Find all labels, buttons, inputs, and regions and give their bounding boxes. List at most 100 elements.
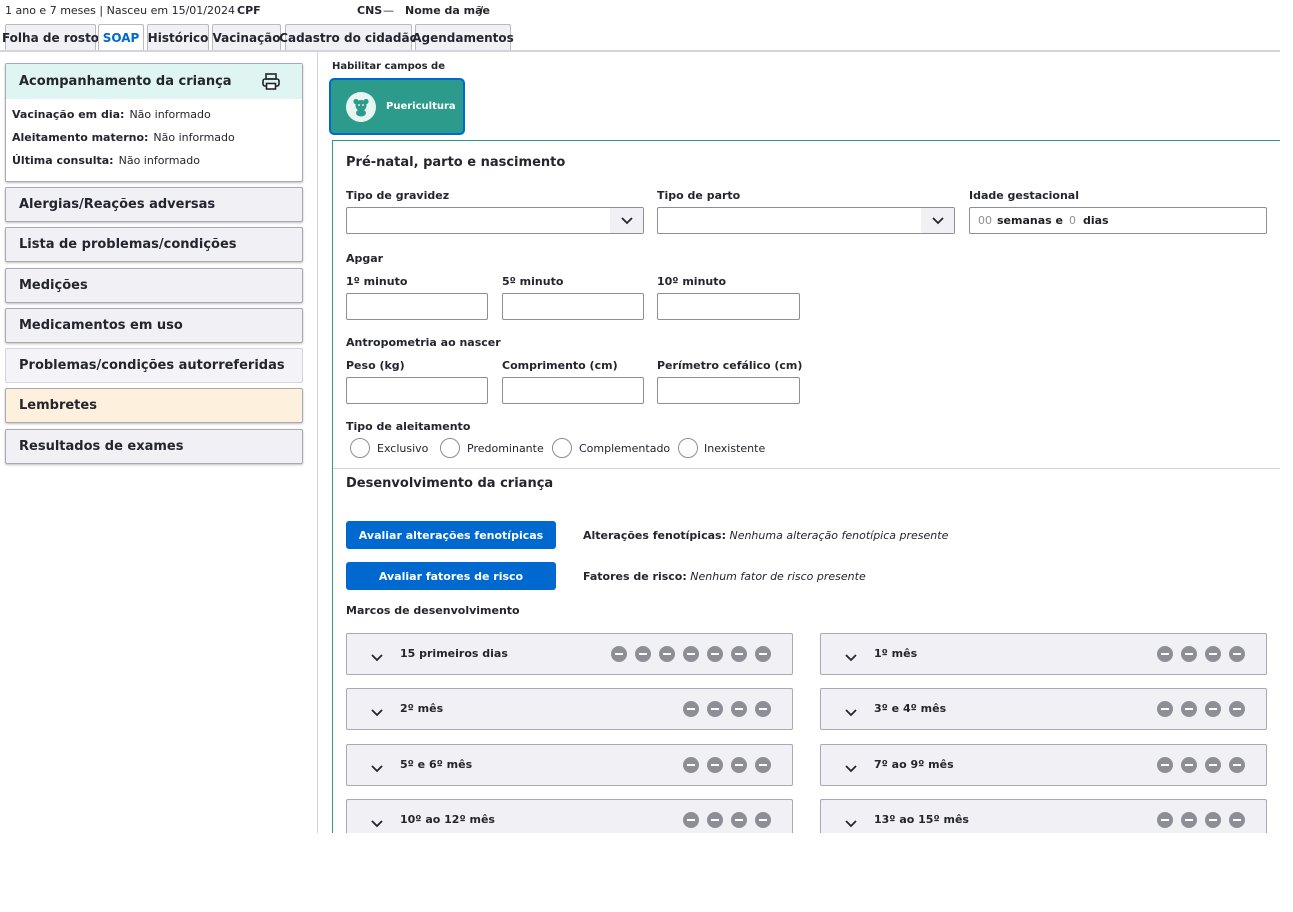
marco-card[interactable]: 7º ao 9º mês	[820, 744, 1267, 786]
not-evaluated-icon	[1205, 812, 1221, 828]
radio-inexistente-label: Inexistente	[704, 442, 766, 455]
marco-card[interactable]: 5º e 6º mês	[346, 744, 793, 786]
perimetro-input[interactable]	[657, 377, 800, 404]
avaliar-risco-button[interactable]: Avaliar fatores de risco	[346, 562, 556, 590]
sidebar-item-autorreferidas[interactable]: Problemas/condições autorreferidas	[5, 348, 303, 383]
sidebar-item-medicamentos[interactable]: Medicamentos em uso	[5, 308, 303, 343]
tab-soap[interactable]: SOAP	[98, 24, 144, 51]
marco-label: 2º mês	[400, 702, 444, 715]
semanas-label: semanas e	[997, 214, 1063, 227]
chevron-down-icon	[371, 813, 383, 832]
tipo-gravidez-select[interactable]	[346, 207, 644, 234]
prenatal-title: Pré-natal, parto e nascimento	[346, 155, 566, 170]
marco-label: 10º ao 12º mês	[400, 813, 495, 826]
radio-complementado-label: Complementado	[579, 442, 671, 455]
risco-info: Fatores de risco: Nenhum fator de risco …	[583, 570, 866, 583]
not-evaluated-icon	[1181, 812, 1197, 828]
not-evaluated-icon	[731, 812, 747, 828]
not-evaluated-icon	[755, 812, 771, 828]
section-divider	[333, 468, 1280, 469]
marco-card[interactable]: 15 primeiros dias	[346, 633, 793, 675]
not-evaluated-icon	[707, 701, 723, 717]
radio-complementado[interactable]	[552, 438, 572, 458]
sidebar-item-lembretes[interactable]: Lembretes	[5, 388, 303, 423]
not-evaluated-icon	[1205, 646, 1221, 662]
not-evaluated-icon	[707, 757, 723, 773]
not-evaluated-icon	[1229, 646, 1245, 662]
radio-predominante-label: Predominante	[467, 442, 544, 455]
not-evaluated-icon	[1205, 757, 1221, 773]
patient-age-birth: 1 ano e 7 meses | Nasceu em 15/01/2024	[5, 4, 235, 17]
chevron-down-icon	[371, 702, 383, 721]
sidebar-item-resultados[interactable]: Resultados de exames	[5, 429, 303, 464]
radio-inexistente[interactable]	[678, 438, 698, 458]
not-evaluated-icon	[731, 646, 747, 662]
marco-label: 1º mês	[874, 647, 918, 660]
not-evaluated-icon	[611, 646, 627, 662]
desenvolvimento-title: Desenvolvimento da criança	[346, 476, 554, 491]
marco-card[interactable]: 1º mês	[820, 633, 1267, 675]
dias-label: dias	[1082, 214, 1109, 227]
not-evaluated-icon	[1229, 701, 1245, 717]
not-evaluated-icon	[1205, 701, 1221, 717]
avaliar-fenotipicas-button[interactable]: Avaliar alterações fenotípicas	[346, 521, 556, 549]
radio-predominante[interactable]	[440, 438, 460, 458]
cns-label: CNS	[357, 4, 383, 17]
apgar-1-input[interactable]	[346, 293, 488, 320]
dias-input[interactable]: 0	[1069, 214, 1076, 227]
marco-label: 15 primeiros dias	[400, 647, 508, 660]
tipo-parto-select[interactable]	[657, 207, 955, 234]
apgar-10-label: 10º minuto	[657, 275, 727, 288]
marco-status-dots	[683, 757, 771, 773]
aleitamento-row: Aleitamento materno: Não informado	[12, 131, 235, 144]
ultima-consulta-row: Última consulta: Não informado	[12, 154, 200, 167]
marco-status-dots	[1157, 646, 1245, 662]
marco-status-dots	[611, 646, 771, 662]
semanas-input[interactable]: 00	[978, 214, 992, 227]
not-evaluated-icon	[683, 812, 699, 828]
tab-cadastro-do-cidadao[interactable]: Cadastro do cidadão	[279, 24, 418, 51]
chevron-down-icon	[371, 758, 383, 777]
sidebar-item-medicoes[interactable]: Medições	[5, 268, 303, 303]
radio-exclusivo[interactable]	[350, 438, 370, 458]
acompanhamento-header[interactable]: Acompanhamento da criança	[6, 64, 302, 99]
not-evaluated-icon	[731, 757, 747, 773]
not-evaluated-icon	[755, 757, 771, 773]
print-icon[interactable]	[262, 73, 280, 94]
tab-historico[interactable]: Histórico	[147, 24, 209, 51]
marco-card[interactable]: 2º mês	[346, 688, 793, 730]
apgar-label: Apgar	[346, 252, 384, 265]
tab-folha-de-rosto[interactable]: Folha de rosto	[2, 24, 99, 51]
cns-value: —	[383, 4, 394, 17]
peso-input[interactable]	[346, 377, 488, 404]
not-evaluated-icon	[707, 812, 723, 828]
chevron-down-icon	[845, 758, 857, 777]
tipo-parto-label: Tipo de parto	[657, 189, 741, 202]
marco-label: 3º e 4º mês	[874, 702, 947, 715]
marco-card[interactable]: 13º ao 15º mês	[820, 799, 1267, 833]
idade-gestacional-field: 00 semanas e 0 dias	[969, 207, 1267, 234]
apgar-1-label: 1º minuto	[346, 275, 408, 288]
sidebar-item-alergias[interactable]: Alergias/Reações adversas	[5, 187, 303, 222]
marco-label: 7º ao 9º mês	[874, 758, 954, 771]
not-evaluated-icon	[755, 701, 771, 717]
puericultura-button[interactable]: Puericultura	[331, 80, 463, 133]
not-evaluated-icon	[683, 701, 699, 717]
apgar-5-input[interactable]	[502, 293, 644, 320]
aleitamento-label: Tipo de aleitamento	[346, 420, 471, 433]
marco-card[interactable]: 3º e 4º mês	[820, 688, 1267, 730]
antropometria-label: Antropometria ao nascer	[346, 336, 501, 349]
tab-agendamentos[interactable]: Agendamentos	[412, 24, 514, 51]
apgar-10-input[interactable]	[657, 293, 800, 320]
not-evaluated-icon	[683, 757, 699, 773]
not-evaluated-icon	[1181, 757, 1197, 773]
marco-label: 5º e 6º mês	[400, 758, 473, 771]
marco-card[interactable]: 10º ao 12º mês	[346, 799, 793, 833]
marco-label: 13º ao 15º mês	[874, 813, 969, 826]
not-evaluated-icon	[731, 701, 747, 717]
sidebar-item-problemas[interactable]: Lista de problemas/condições	[5, 227, 303, 262]
comprimento-input[interactable]	[502, 377, 644, 404]
tab-underline	[0, 50, 1280, 52]
tab-vacinacao[interactable]: Vacinação	[212, 24, 281, 51]
not-evaluated-icon	[635, 646, 651, 662]
